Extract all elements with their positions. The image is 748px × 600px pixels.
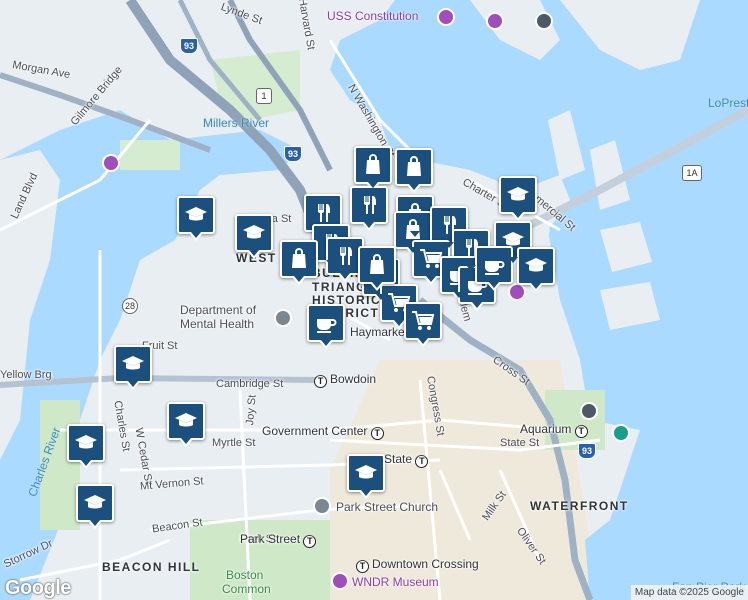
- school-marker[interactable]: [76, 484, 114, 529]
- uss-constitution-icon[interactable]: [437, 8, 455, 26]
- restaurant-icon: [364, 196, 376, 214]
- museum-icon-north-end[interactable]: [508, 283, 526, 301]
- museum-icon[interactable]: [486, 12, 504, 30]
- school-icon: [243, 225, 265, 239]
- shopping-bag-marker[interactable]: [358, 246, 396, 291]
- shopping-bag-marker[interactable]: [354, 146, 392, 191]
- restaurant-icon: [318, 204, 330, 222]
- school-icon: [507, 187, 529, 201]
- coffee-cup-icon: [485, 261, 505, 275]
- interstate-93-shield-mid: 93: [284, 146, 302, 162]
- wndr-museum-icon[interactable]: [331, 572, 349, 590]
- shopping-bag-icon: [406, 219, 420, 239]
- school-marker[interactable]: [347, 454, 385, 499]
- landmark-icon-waterfront[interactable]: [580, 402, 598, 420]
- shopping-bag-icon: [407, 156, 421, 176]
- school-icon: [75, 435, 97, 449]
- school-icon: [525, 258, 547, 272]
- school-marker[interactable]: [167, 402, 205, 447]
- shopping-bag-icon: [366, 154, 380, 174]
- restaurant-marker[interactable]: [350, 186, 388, 231]
- shopping-bag-icon: [370, 254, 384, 274]
- school-marker[interactable]: [114, 345, 152, 390]
- aquarium-icon[interactable]: [612, 424, 630, 442]
- coffee-marker[interactable]: [475, 246, 513, 291]
- church-icon[interactable]: [313, 497, 331, 515]
- school-icon: [175, 413, 197, 427]
- coffee-marker[interactable]: [307, 304, 345, 349]
- school-icon: [185, 207, 207, 221]
- coffee-cup-icon: [317, 319, 337, 333]
- shopping-bag-marker[interactable]: [395, 148, 433, 193]
- government-building-icon[interactable]: [274, 309, 292, 327]
- school-icon: [84, 495, 106, 509]
- route-1a-shield: 1A: [682, 165, 702, 181]
- shopping-cart-icon: [412, 311, 435, 330]
- museum-icon-west[interactable]: [102, 154, 120, 172]
- shopping-cart-marker[interactable]: [404, 302, 442, 347]
- landmark-icon[interactable]: [535, 12, 553, 30]
- map-attribution[interactable]: Map data ©2025 Google: [630, 585, 748, 600]
- shopping-bag-icon: [292, 248, 306, 268]
- shopping-bag-marker[interactable]: [280, 240, 318, 285]
- us-route-1-shield: 1: [256, 88, 272, 104]
- route-28-shield: 28: [122, 298, 138, 314]
- school-marker[interactable]: [235, 214, 273, 259]
- google-logo[interactable]: Google: [5, 577, 71, 600]
- interstate-93-shield-south: 93: [578, 443, 596, 459]
- school-marker[interactable]: [67, 424, 105, 469]
- restaurant-icon: [340, 247, 352, 265]
- interstate-93-shield-north: 93: [180, 38, 198, 54]
- school-marker[interactable]: [177, 196, 215, 241]
- school-marker[interactable]: [517, 247, 555, 292]
- school-icon: [355, 465, 377, 479]
- school-icon: [122, 356, 144, 370]
- school-marker[interactable]: [499, 176, 537, 221]
